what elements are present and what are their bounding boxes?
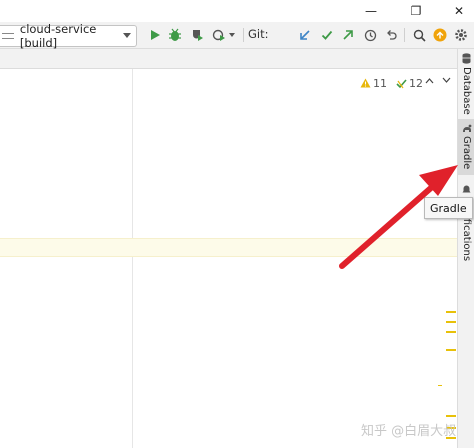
notifications-icon [462,185,471,193]
tool-window-label: Gradle [461,136,472,170]
git-commit-icon [321,30,333,40]
warning-icon [360,78,371,88]
current-line-highlight [0,238,457,257]
toolbar-separator [243,28,244,42]
database-icon [462,53,471,64]
warnings-count: 11 [373,76,387,90]
ide-update-button[interactable] [430,25,450,45]
run-configuration-selector[interactable]: cloud-service [build] [0,22,137,50]
git-push-button[interactable] [338,25,358,45]
close-icon: ✕ [453,4,465,18]
history-icon [364,29,376,41]
chevron-down-icon [229,33,235,37]
toolbar-separator [404,28,405,42]
code-editor[interactable]: 11 12 [0,69,457,448]
warning-stripe-mark[interactable] [446,349,456,351]
coverage-icon [193,30,203,41]
tool-window-label: ifications [461,216,472,262]
chevron-down-icon [442,77,451,83]
history-button[interactable] [360,25,380,45]
settings-icon [455,29,467,41]
chevron-down-icon [123,33,131,38]
warning-stripe-mark[interactable] [446,321,456,323]
right-tool-window-bar: Database Gradle ifications [457,49,474,448]
run-configuration-label: cloud-service [build] [19,22,97,50]
run-icon [151,30,160,40]
next-highlighted-error-button[interactable] [442,76,452,88]
profile-icon [212,29,225,41]
tool-window-label: Database [461,67,472,115]
rollback-button[interactable] [381,25,401,45]
right-margin-guide [132,69,133,448]
git-commit-button[interactable] [317,25,337,45]
run-options-dropdown[interactable] [226,25,238,45]
update-icon [433,28,447,42]
tool-window-tab-database[interactable]: Database [458,53,474,115]
tool-window-tab-gradle[interactable]: Gradle [458,119,474,175]
maximize-icon: ❐ [410,4,422,18]
search-everywhere-button[interactable] [409,25,429,45]
run-button[interactable] [145,25,165,45]
title-bar: — ❐ ✕ [0,0,474,22]
git-update-button[interactable] [295,25,315,45]
chevron-up-icon [425,78,434,84]
maximize-button[interactable]: ❐ [401,0,431,22]
rollback-icon [386,29,397,40]
warning-stripe-tick [438,385,442,386]
git-update-icon [300,30,310,40]
main-toolbar: cloud-service [build] Git: [0,22,474,50]
warning-stripe-mark[interactable] [446,331,456,333]
watermark: 知乎 @白眉大叔 [361,424,457,439]
editor-tab-strip [0,49,457,69]
weak-warnings-count: 12 [409,76,423,90]
gradle-icon [462,124,471,132]
git-label: Git: [248,27,269,41]
gradle-tooltip: Gradle [424,197,473,219]
search-icon [413,29,426,42]
warning-stripe-mark[interactable] [446,311,456,313]
settings-button[interactable] [451,25,471,45]
debug-icon [169,28,181,41]
debug-button[interactable] [165,25,185,45]
configuration-icon [2,33,14,39]
weak-warning-icon [396,78,407,88]
inspection-widget[interactable]: 11 12 [360,75,423,91]
coverage-button[interactable] [187,25,207,45]
previous-highlighted-error-button[interactable] [425,76,435,88]
warning-stripe-mark[interactable] [446,415,456,417]
minimize-icon: — [365,4,377,18]
tooltip-text: Gradle [430,201,467,215]
git-push-icon [343,30,353,40]
close-button[interactable]: ✕ [444,0,474,22]
minimize-button[interactable]: — [356,0,386,22]
